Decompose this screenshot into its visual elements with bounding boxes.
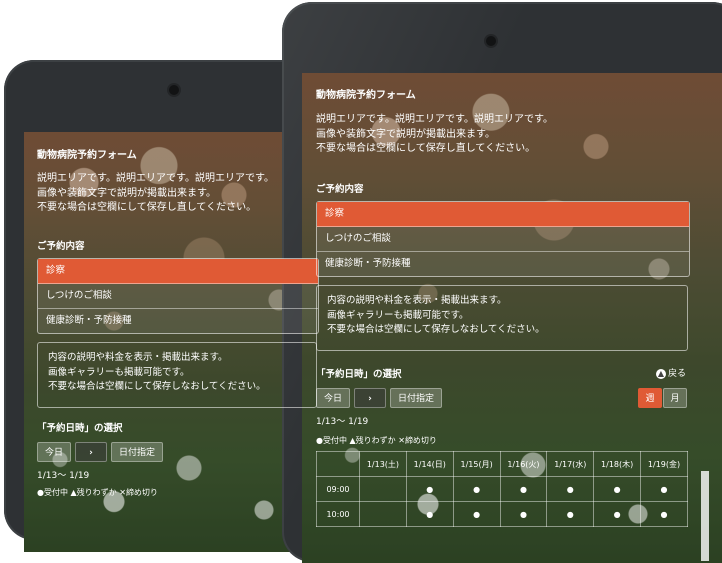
legend: ●受付中 ▲残りわずか ✕締め切り bbox=[316, 435, 437, 446]
date-range: 1/13～ 1/19 bbox=[316, 417, 369, 427]
menu-item-training[interactable]: しつけのご相談 bbox=[317, 227, 689, 252]
slot-cell[interactable]: ● bbox=[593, 476, 642, 502]
info-line: 画像ギャラリーも掲載可能です。 bbox=[48, 366, 190, 378]
reservation-menu: 診察 しつけのご相談 健康診断・予防接種 bbox=[37, 258, 319, 334]
next-week-button[interactable]: › bbox=[354, 388, 386, 408]
menu-item-training[interactable]: しつけのご相談 bbox=[38, 284, 318, 309]
schedule-table: 1/13(土) 1/14(日) 1/15(月) 1/16(火) 1/17(水) … bbox=[316, 451, 688, 527]
menu-item-checkup[interactable]: 健康診断・予防接種 bbox=[317, 252, 689, 276]
tablet-front-screen: 動物病院予約フォーム 説明エリアです。説明エリアです。説明エリアです。 画像や装… bbox=[302, 73, 722, 563]
slot-cell[interactable]: ● bbox=[452, 476, 501, 502]
slot-cell[interactable]: ● bbox=[546, 476, 595, 502]
slot-cell[interactable] bbox=[359, 501, 407, 527]
info-line: 内容の説明や料金を表示・掲載出来ます。 bbox=[327, 295, 507, 306]
slot-cell[interactable]: ● bbox=[640, 501, 688, 527]
date-column-header: 1/13(土) bbox=[359, 451, 407, 477]
date-column-header: 1/15(月) bbox=[452, 451, 501, 477]
legend-available: ●受付中 bbox=[37, 488, 68, 497]
info-box: 内容の説明や料金を表示・掲載出来ます。 画像ギャラリーも掲載可能です。 不要な場… bbox=[316, 285, 688, 351]
month-view-button[interactable]: 月 bbox=[663, 388, 687, 408]
legend: ●受付中 ▲残りわずか ✕締め切り bbox=[37, 487, 158, 498]
form-description: 説明エリアです。説明エリアです。説明エリアです。 画像や装飾文字で説明が掲載出来… bbox=[316, 113, 553, 157]
table-row: 10:00 ● ● ● ● ● ● bbox=[316, 501, 688, 527]
back-link[interactable]: ▲ 戻る bbox=[656, 366, 686, 379]
date-pick-button[interactable]: 日付指定 bbox=[390, 388, 442, 408]
description-line: 説明エリアです。説明エリアです。説明エリアです。 bbox=[316, 114, 553, 125]
section-datetime: 「予約日時」の選択 bbox=[37, 423, 123, 434]
reservation-menu: 診察 しつけのご相談 健康診断・予防接種 bbox=[316, 201, 690, 277]
slot-cell[interactable]: ● bbox=[593, 501, 642, 527]
time-label: 10:00 bbox=[316, 501, 360, 527]
today-button[interactable]: 今日 bbox=[316, 388, 350, 408]
slot-cell[interactable]: ● bbox=[546, 501, 595, 527]
menu-item-exam[interactable]: 診察 bbox=[38, 259, 318, 284]
scrollbar[interactable] bbox=[701, 471, 709, 561]
date-column-header: 1/19(金) bbox=[640, 451, 688, 477]
arrow-up-icon: ▲ bbox=[656, 368, 666, 379]
week-view-button[interactable]: 週 bbox=[638, 388, 662, 408]
corner-cell bbox=[316, 451, 360, 477]
camera-icon bbox=[486, 36, 496, 46]
description-line: 不要な場合は空欄にして保存し直してください。 bbox=[316, 143, 536, 154]
slot-cell[interactable]: ● bbox=[499, 476, 548, 502]
tablet-back: 動物病院予約フォーム 説明エリアです。説明エリアです。説明エリアです。 画像や装… bbox=[4, 60, 324, 552]
slot-cell[interactable]: ● bbox=[405, 476, 454, 502]
date-column-header: 1/16(火) bbox=[499, 451, 548, 477]
menu-item-checkup[interactable]: 健康診断・予防接種 bbox=[38, 309, 318, 333]
menu-item-exam[interactable]: 診察 bbox=[317, 202, 689, 227]
form-description: 説明エリアです。説明エリアです。説明エリアです。 画像や装飾文字で説明が掲載出来… bbox=[37, 172, 274, 216]
section-datetime: 「予約日時」の選択 bbox=[316, 369, 402, 380]
form-title: 動物病院予約フォーム bbox=[37, 150, 137, 161]
tablet-front: 動物病院予約フォーム 説明エリアです。説明エリアです。説明エリアです。 画像や装… bbox=[282, 2, 722, 563]
form-title: 動物病院予約フォーム bbox=[316, 90, 416, 101]
schedule-header-row: 1/13(土) 1/14(日) 1/15(月) 1/16(火) 1/17(水) … bbox=[316, 451, 688, 477]
section-reservation: ご予約内容 bbox=[37, 241, 85, 252]
info-box: 内容の説明や料金を表示・掲載出来ます。 画像ギャラリーも掲載可能です。 不要な場… bbox=[37, 342, 317, 408]
legend-available: ●受付中 bbox=[316, 436, 347, 445]
slot-cell[interactable]: ● bbox=[640, 476, 688, 502]
legend-closed: ✕締め切り bbox=[398, 436, 437, 445]
date-pick-button[interactable]: 日付指定 bbox=[111, 442, 163, 462]
date-column-header: 1/17(水) bbox=[546, 451, 595, 477]
legend-few: ▲残りわずか bbox=[70, 488, 117, 497]
description-line: 画像や装飾文字で説明が掲載出来ます。 bbox=[37, 187, 216, 199]
next-week-button[interactable]: › bbox=[75, 442, 107, 462]
info-line: 不要な場合は空欄にして保存しなおしてください。 bbox=[327, 324, 545, 335]
slot-cell[interactable] bbox=[359, 476, 407, 502]
info-line: 画像ギャラリーも掲載可能です。 bbox=[327, 309, 469, 321]
description-line: 説明エリアです。説明エリアです。説明エリアです。 bbox=[37, 173, 274, 184]
time-label: 09:00 bbox=[316, 476, 360, 502]
legend-few: ▲残りわずか bbox=[349, 436, 396, 445]
table-row: 09:00 ● ● ● ● ● ● bbox=[316, 476, 688, 502]
slot-cell[interactable]: ● bbox=[452, 501, 501, 527]
slot-cell[interactable]: ● bbox=[499, 501, 548, 527]
section-reservation: ご予約内容 bbox=[316, 184, 364, 195]
today-button[interactable]: 今日 bbox=[37, 442, 71, 462]
date-range: 1/13～ 1/19 bbox=[37, 471, 90, 481]
back-label: 戻る bbox=[668, 369, 687, 379]
description-line: 不要な場合は空欄にして保存し直してください。 bbox=[37, 202, 257, 213]
info-line: 内容の説明や料金を表示・掲載出来ます。 bbox=[48, 352, 228, 363]
date-column-header: 1/18(木) bbox=[593, 451, 642, 477]
tablet-back-screen: 動物病院予約フォーム 説明エリアです。説明エリアです。説明エリアです。 画像や装… bbox=[24, 132, 324, 552]
slot-cell[interactable]: ● bbox=[405, 501, 454, 527]
description-line: 画像や装飾文字で説明が掲載出来ます。 bbox=[316, 128, 495, 140]
date-column-header: 1/14(日) bbox=[405, 451, 454, 477]
camera-icon bbox=[169, 85, 179, 95]
legend-closed: ✕締め切り bbox=[119, 488, 158, 497]
info-line: 不要な場合は空欄にして保存しなおしてください。 bbox=[48, 381, 266, 392]
